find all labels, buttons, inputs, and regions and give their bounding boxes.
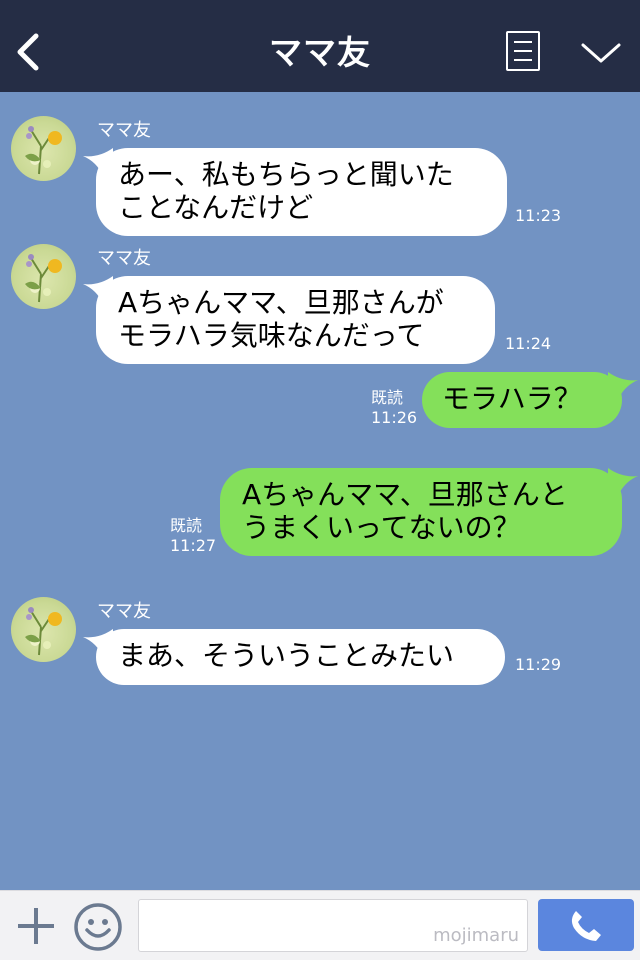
smiley-icon[interactable] <box>73 902 123 952</box>
timestamp: 11:26 <box>371 408 418 427</box>
sender-name: ママ友 <box>97 248 151 269</box>
message-line: モラハラ？ <box>442 382 582 415</box>
message-line: あー、私もちらっと聞いた <box>118 158 454 191</box>
watermark: mojimaru <box>433 925 519 946</box>
input-bar: mojimaru <box>0 890 640 960</box>
timestamp: 11:27 <box>170 536 217 555</box>
avatar[interactable] <box>11 597 76 662</box>
timestamp: 11:29 <box>515 655 562 674</box>
message-bubble[interactable]: まあ、そういうことみたい <box>96 629 505 685</box>
message-bubble[interactable]: Aちゃんママ、旦那さんと うまくいってないの？ <box>220 468 622 556</box>
message-line: Aちゃんママ、旦那さんと <box>242 478 568 511</box>
avatar[interactable] <box>11 116 76 181</box>
message-list[interactable]: ママ友 あー、私もちらっと聞いた ことなんだけど 11:23 ママ友 Aちゃんマ… <box>0 92 640 890</box>
chevron-down-icon[interactable] <box>580 40 622 66</box>
phone-icon <box>571 911 601 941</box>
read-receipt: 既読 <box>170 516 203 535</box>
avatar[interactable] <box>11 244 76 309</box>
chat-title: ママ友 <box>269 33 371 72</box>
bubble-tail <box>608 468 638 496</box>
flower-bouquet-icon <box>25 126 62 175</box>
note-list-icon[interactable] <box>506 31 540 71</box>
message-bubble[interactable]: あー、私もちらっと聞いた ことなんだけど <box>96 148 507 236</box>
chat-header: ママ友 <box>0 0 640 92</box>
message-line: Aちゃんママ、旦那さんが <box>118 286 444 319</box>
timestamp: 11:23 <box>515 206 562 225</box>
message-line: まあ、そういうことみたい <box>118 639 455 672</box>
message-bubble[interactable]: モラハラ？ <box>422 372 622 428</box>
sender-name: ママ友 <box>97 120 151 141</box>
sender-name: ママ友 <box>97 601 151 622</box>
message-line: ことなんだけど <box>118 191 314 224</box>
message-line: モラハラ気味なんだって <box>118 319 425 352</box>
timestamp: 11:24 <box>505 334 552 353</box>
call-button[interactable] <box>538 899 634 951</box>
flower-bouquet-icon <box>25 607 62 656</box>
message-input[interactable]: mojimaru <box>138 899 528 952</box>
read-receipt: 既読 <box>371 388 404 407</box>
message-bubble[interactable]: Aちゃんママ、旦那さんが モラハラ気味なんだって <box>96 276 495 364</box>
flower-bouquet-icon <box>25 254 62 303</box>
bubble-tail <box>608 372 638 400</box>
message-line: うまくいってないの？ <box>242 511 521 544</box>
plus-icon[interactable] <box>16 906 56 946</box>
